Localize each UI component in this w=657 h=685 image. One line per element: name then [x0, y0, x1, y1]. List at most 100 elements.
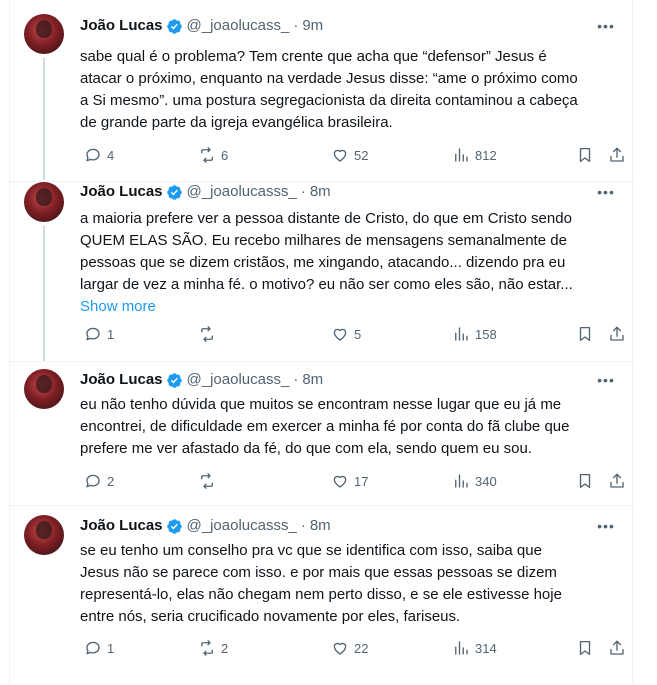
tweet-header: João Lucas @_joaolucass_ · 8m [80, 370, 323, 390]
timestamp[interactable]: 8m [302, 370, 323, 390]
separator-dot: · [293, 17, 299, 34]
avatar[interactable] [24, 14, 64, 54]
bookmark-icon [579, 326, 591, 342]
like-count: 5 [354, 326, 362, 342]
tweet-text: eu não tenho dúvida que muitos se encont… [80, 396, 570, 457]
action-bar: 1 5 158 [76, 322, 630, 346]
like-button[interactable]: 22 [331, 636, 368, 660]
tweet-header: João Lucas @_joaolucass_ · 9m [80, 16, 323, 36]
heart-icon [333, 149, 347, 162]
tweet[interactable]: João Lucas @_joaolucasss_ · 8m ••• a mai… [10, 181, 634, 362]
bookmark-icon [579, 147, 591, 163]
reply-count: 4 [107, 147, 115, 163]
author-name[interactable]: João Lucas [80, 182, 163, 202]
bookmark-button[interactable] [576, 469, 594, 493]
share-button[interactable] [608, 469, 626, 493]
reply-icon [86, 641, 100, 655]
author-handle[interactable]: @_joaolucasss_ [187, 516, 297, 536]
retweet-button[interactable]: 6 [198, 143, 228, 167]
views-chart-icon [455, 148, 468, 162]
retweet-button[interactable]: 2 [198, 636, 228, 660]
tweet-text: a maioria prefere ver a pessoa distante … [80, 208, 612, 318]
share-icon [610, 147, 624, 162]
action-bar: 2 17 340 [76, 469, 630, 493]
share-icon [610, 326, 624, 341]
author-name[interactable]: João Lucas [80, 16, 163, 36]
view-count: 158 [475, 326, 497, 342]
tweet-header: João Lucas @_joaolucasss_ · 8m [80, 182, 331, 202]
views-chart-icon [455, 327, 468, 341]
share-button[interactable] [608, 322, 626, 346]
bookmark-button[interactable] [576, 143, 594, 167]
thread-container: João Lucas @_joaolucass_ · 9m ••• sabe q… [9, 0, 634, 685]
reply-icon [86, 327, 100, 341]
tweet[interactable]: João Lucas @_joaolucass_ · 8m ••• eu não… [10, 361, 634, 505]
bookmark-button[interactable] [576, 322, 594, 346]
retweet-icon [201, 147, 213, 163]
share-icon [610, 640, 624, 655]
tweet[interactable]: João Lucas @_joaolucass_ · 9m ••• sabe q… [10, 0, 634, 180]
reply-icon [86, 148, 100, 162]
avatar[interactable] [24, 182, 64, 222]
reply-button[interactable]: 2 [84, 469, 114, 493]
retweet-button[interactable] [198, 322, 221, 346]
verified-badge-icon [166, 372, 182, 388]
bookmark-button[interactable] [576, 636, 594, 660]
thread-line [43, 58, 45, 180]
retweet-icon [201, 326, 213, 342]
reply-button[interactable]: 1 [84, 636, 114, 660]
author-name[interactable]: João Lucas [80, 516, 163, 536]
retweet-button[interactable] [198, 469, 221, 493]
views-chart-icon [455, 474, 468, 488]
separator-dot: · [300, 517, 306, 534]
avatar[interactable] [24, 515, 64, 555]
reply-button[interactable]: 1 [84, 322, 114, 346]
share-button[interactable] [608, 143, 626, 167]
share-icon [610, 473, 624, 488]
views-button[interactable]: 812 [452, 143, 497, 167]
verified-badge-icon [166, 18, 182, 34]
more-options-icon[interactable]: ••• [596, 16, 616, 36]
action-bar: 1 2 22 314 [76, 636, 630, 660]
heart-icon [333, 328, 347, 341]
reply-icon [86, 474, 100, 488]
like-button[interactable]: 52 [331, 143, 368, 167]
like-button[interactable]: 5 [331, 322, 361, 346]
separator-dot: · [293, 371, 299, 388]
like-count: 17 [354, 473, 369, 489]
tweet-header: João Lucas @_joaolucasss_ · 8m [80, 516, 331, 536]
views-button[interactable]: 340 [452, 469, 497, 493]
views-button[interactable]: 314 [452, 636, 497, 660]
more-options-icon[interactable]: ••• [596, 182, 616, 202]
timestamp[interactable]: 8m [310, 516, 331, 536]
share-button[interactable] [608, 636, 626, 660]
tweet-text-body: a maioria prefere ver a pessoa distante … [80, 210, 573, 293]
show-more-link[interactable]: Show more [80, 298, 156, 315]
heart-icon [333, 475, 347, 488]
like-count: 52 [354, 147, 369, 163]
views-button[interactable]: 158 [452, 322, 497, 346]
reply-button[interactable]: 4 [84, 143, 114, 167]
avatar[interactable] [24, 369, 64, 409]
tweet-text: se eu tenho um conselho pra vc que se id… [80, 542, 562, 625]
author-handle[interactable]: @_joaolucass_ [187, 16, 290, 36]
author-handle[interactable]: @_joaolucasss_ [187, 182, 297, 202]
verified-badge-icon [166, 184, 182, 200]
author-name[interactable]: João Lucas [80, 370, 163, 390]
tweet-text: sabe qual é o problema? Tem crente que a… [80, 48, 578, 131]
tweet[interactable]: João Lucas @_joaolucasss_ · 8m ••• se eu… [10, 505, 634, 685]
reply-count: 2 [107, 473, 115, 489]
retweet-icon [201, 473, 213, 489]
author-handle[interactable]: @_joaolucass_ [187, 370, 290, 390]
like-button[interactable]: 17 [331, 469, 368, 493]
more-options-icon[interactable]: ••• [596, 516, 616, 536]
reply-count: 1 [107, 326, 115, 342]
heart-icon [333, 642, 347, 655]
timestamp[interactable]: 9m [302, 16, 323, 36]
retweet-count: 2 [221, 640, 229, 656]
timestamp[interactable]: 8m [310, 182, 331, 202]
more-options-icon[interactable]: ••• [596, 370, 616, 390]
retweet-icon [201, 640, 213, 656]
retweet-count: 6 [221, 147, 229, 163]
view-count: 314 [475, 640, 497, 656]
